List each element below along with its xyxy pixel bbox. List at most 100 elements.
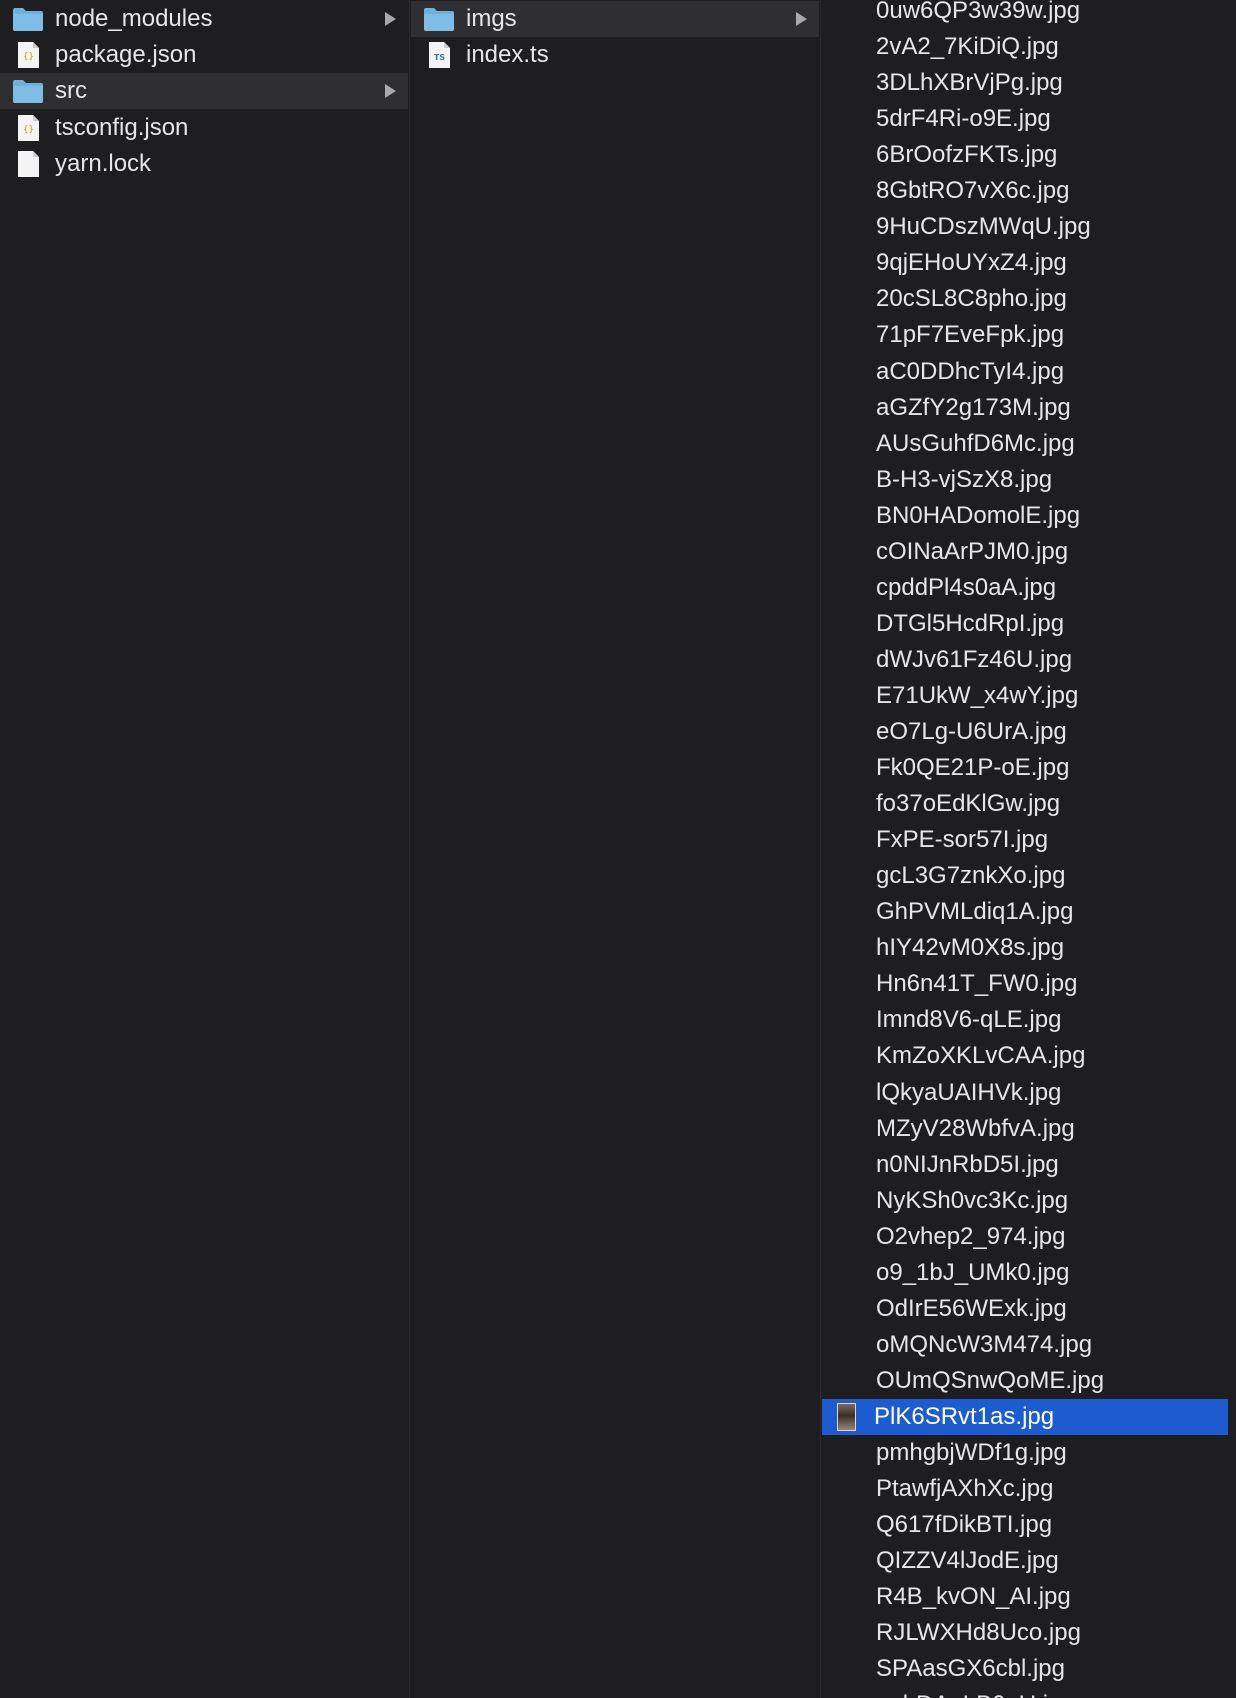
column-divider[interactable] — [409, 0, 410, 1698]
file-label: aC0DDhcTyI4.jpg — [876, 357, 1065, 385]
column-src[interactable]: imgs TS index.ts — [411, 0, 819, 1698]
list-item-index-ts[interactable]: TS index.ts — [411, 37, 819, 73]
file-item[interactable]: GhPVMLdiq1A.jpg — [822, 894, 1236, 930]
chevron-right-icon — [385, 84, 396, 99]
image-thumbnail-icon — [837, 1402, 856, 1431]
column-imgs[interactable]: 0uw6QP3w39w.jpg 2vA2_7KiDiQ.jpg 3DLhXBrVjP… — [822, 0, 1236, 1698]
file-label: o9_1bJ_UMk0.jpg — [876, 1258, 1070, 1286]
file-label: Q617fDikBTI.jpg — [876, 1511, 1053, 1539]
file-label: MZyV28WbfvA.jpg — [876, 1114, 1075, 1142]
item-label: src — [55, 77, 87, 105]
file-item[interactable]: FxPE-sor57I.jpg — [822, 822, 1236, 858]
file-item[interactable]: MZyV28WbfvA.jpg — [822, 1111, 1236, 1147]
file-label: DTGl5HcdRpI.jpg — [876, 609, 1065, 637]
item-label: node_modules — [55, 5, 213, 32]
column-divider[interactable] — [820, 0, 821, 1698]
file-item[interactable]: eO7Lg-U6UrA.jpg — [822, 714, 1236, 750]
file-item[interactable]: oMQNcW3M474.jpg — [822, 1327, 1236, 1363]
file-item[interactable]: 9qjEHoUYxZ4.jpg — [822, 245, 1236, 281]
file-item[interactable]: lQkyaUAIHVk.jpg — [822, 1075, 1236, 1111]
file-item[interactable]: n0NIJnRbD5I.jpg — [822, 1147, 1236, 1183]
file-item[interactable]: 2vA2_7KiDiQ.jpg — [822, 29, 1236, 65]
file-label: 20cSL8C8pho.jpg — [876, 285, 1067, 313]
file-item[interactable]: 6BrOofzFKTs.jpg — [822, 137, 1236, 173]
file-item[interactable]: 5drF4Ri-o9E.jpg — [822, 101, 1236, 137]
file-file-icon — [11, 149, 45, 179]
file-label: O2vhep2_974.jpg — [876, 1222, 1066, 1250]
file-item[interactable]: OUmQSnwQoME.jpg — [822, 1363, 1236, 1399]
file-item[interactable]: O2vhep2_974.jpg — [822, 1219, 1236, 1255]
file-item[interactable]: unbDAnLB0aU.jpg — [822, 1687, 1236, 1698]
file-label: hIY42vM0X8s.jpg — [876, 934, 1065, 962]
file-item[interactable]: Hn6n41T_FW0.jpg — [822, 966, 1236, 1002]
file-label: OdIrE56WExk.jpg — [876, 1294, 1067, 1322]
file-item[interactable]: fo37oEdKlGw.jpg — [822, 786, 1236, 822]
file-item[interactable]: PtawfjAXhXc.jpg — [822, 1471, 1236, 1507]
file-item[interactable]: 0uw6QP3w39w.jpg — [822, 0, 1236, 29]
file-item[interactable]: KmZoXKLvCAA.jpg — [822, 1038, 1236, 1074]
list-item-tsconfig-json[interactable]: {} tsconfig.json — [0, 110, 408, 146]
file-item[interactable]: AUsGuhfD6Mc.jpg — [822, 426, 1236, 462]
folder-icon — [11, 4, 45, 34]
file-item[interactable]: DTGl5HcdRpI.jpg — [822, 606, 1236, 642]
file-item[interactable]: cpddPl4s0aA.jpg — [822, 570, 1236, 606]
file-label: dWJv61Fz46U.jpg — [876, 645, 1073, 673]
file-item[interactable]: 3DLhXBrVjPg.jpg — [822, 65, 1236, 101]
file-item[interactable]: RJLWXHd8Uco.jpg — [822, 1615, 1236, 1651]
item-label: tsconfig.json — [55, 113, 189, 141]
file-label: 2vA2_7KiDiQ.jpg — [876, 33, 1059, 61]
file-item[interactable]: Fk0QE21P-oE.jpg — [822, 750, 1236, 786]
json-file-icon: {} — [11, 113, 45, 143]
list-item-src[interactable]: src — [0, 73, 408, 110]
file-item[interactable]: SPAasGX6cbl.jpg — [822, 1651, 1236, 1687]
folder-icon — [422, 4, 456, 34]
file-item[interactable]: 20cSL8C8pho.jpg — [822, 281, 1236, 317]
file-label: NyKSh0vc3Kc.jpg — [876, 1186, 1069, 1214]
file-item[interactable]: 71pF7EveFpk.jpg — [822, 317, 1236, 353]
file-item[interactable]: 9HuCDszMWqU.jpg — [822, 209, 1236, 245]
list-item-yarn-lock[interactable]: yarn.lock — [0, 146, 408, 182]
file-label: Imnd8V6-qLE.jpg — [876, 1006, 1062, 1034]
file-item[interactable]: QIZZV4lJodE.jpg — [822, 1543, 1236, 1579]
file-label: 8GbtRO7vX6c.jpg — [876, 177, 1070, 205]
file-item[interactable]: OdIrE56WExk.jpg — [822, 1291, 1236, 1327]
file-label: 9qjEHoUYxZ4.jpg — [876, 249, 1067, 277]
file-item[interactable]: hIY42vM0X8s.jpg — [822, 930, 1236, 966]
list-item-node-modules[interactable]: node_modules — [0, 1, 408, 37]
file-item[interactable]: aGZfY2g173M.jpg — [822, 390, 1236, 426]
file-item[interactable]: Imnd8V6-qLE.jpg — [822, 1002, 1236, 1038]
file-item[interactable]: BN0HADomolE.jpg — [822, 498, 1236, 534]
item-label: package.json — [55, 41, 197, 69]
file-item[interactable]: Q617fDikBTI.jpg — [822, 1507, 1236, 1543]
list-item-imgs[interactable]: imgs — [411, 1, 819, 37]
file-item[interactable]: dWJv61Fz46U.jpg — [822, 642, 1236, 678]
file-label: R4B_kvON_AI.jpg — [876, 1583, 1071, 1611]
file-label: oMQNcW3M474.jpg — [876, 1330, 1093, 1358]
item-label: imgs — [466, 5, 517, 32]
file-item[interactable]: B-H3-vjSzX8.jpg — [822, 462, 1236, 498]
file-item[interactable]: 8GbtRO7vX6c.jpg — [822, 173, 1236, 209]
file-item[interactable]: E71UkW_x4wY.jpg — [822, 678, 1236, 714]
file-label: Hn6n41T_FW0.jpg — [876, 970, 1078, 998]
file-label: cpddPl4s0aA.jpg — [876, 573, 1057, 601]
file-item[interactable]: PlK6SRvt1as.jpg — [822, 1398, 1228, 1435]
file-item[interactable]: R4B_kvON_AI.jpg — [822, 1579, 1236, 1615]
file-item[interactable]: o9_1bJ_UMk0.jpg — [822, 1255, 1236, 1291]
file-item[interactable]: pmhgbjWDf1g.jpg — [822, 1435, 1236, 1471]
file-label: FxPE-sor57I.jpg — [876, 826, 1049, 854]
file-item[interactable]: cOINaArPJM0.jpg — [822, 534, 1236, 570]
column-root[interactable]: node_modules {} package.json src {} tsconfig.… — [0, 0, 408, 1698]
file-label: cOINaArPJM0.jpg — [876, 537, 1069, 565]
file-label: PtawfjAXhXc.jpg — [876, 1475, 1054, 1503]
file-label: GhPVMLdiq1A.jpg — [876, 898, 1074, 926]
file-label: aGZfY2g173M.jpg — [876, 393, 1071, 421]
file-item[interactable]: NyKSh0vc3Kc.jpg — [822, 1183, 1236, 1219]
file-item[interactable]: gcL3G7znkXo.jpg — [822, 858, 1236, 894]
file-label: 71pF7EveFpk.jpg — [876, 321, 1065, 349]
item-label: index.ts — [466, 41, 549, 69]
file-label: 3DLhXBrVjPg.jpg — [876, 69, 1063, 97]
svg-text:{}: {} — [23, 52, 34, 62]
file-item[interactable]: aC0DDhcTyI4.jpg — [822, 354, 1236, 390]
file-label: unbDAnLB0aU.jpg — [876, 1691, 1075, 1698]
list-item-package-json[interactable]: {} package.json — [0, 37, 408, 73]
